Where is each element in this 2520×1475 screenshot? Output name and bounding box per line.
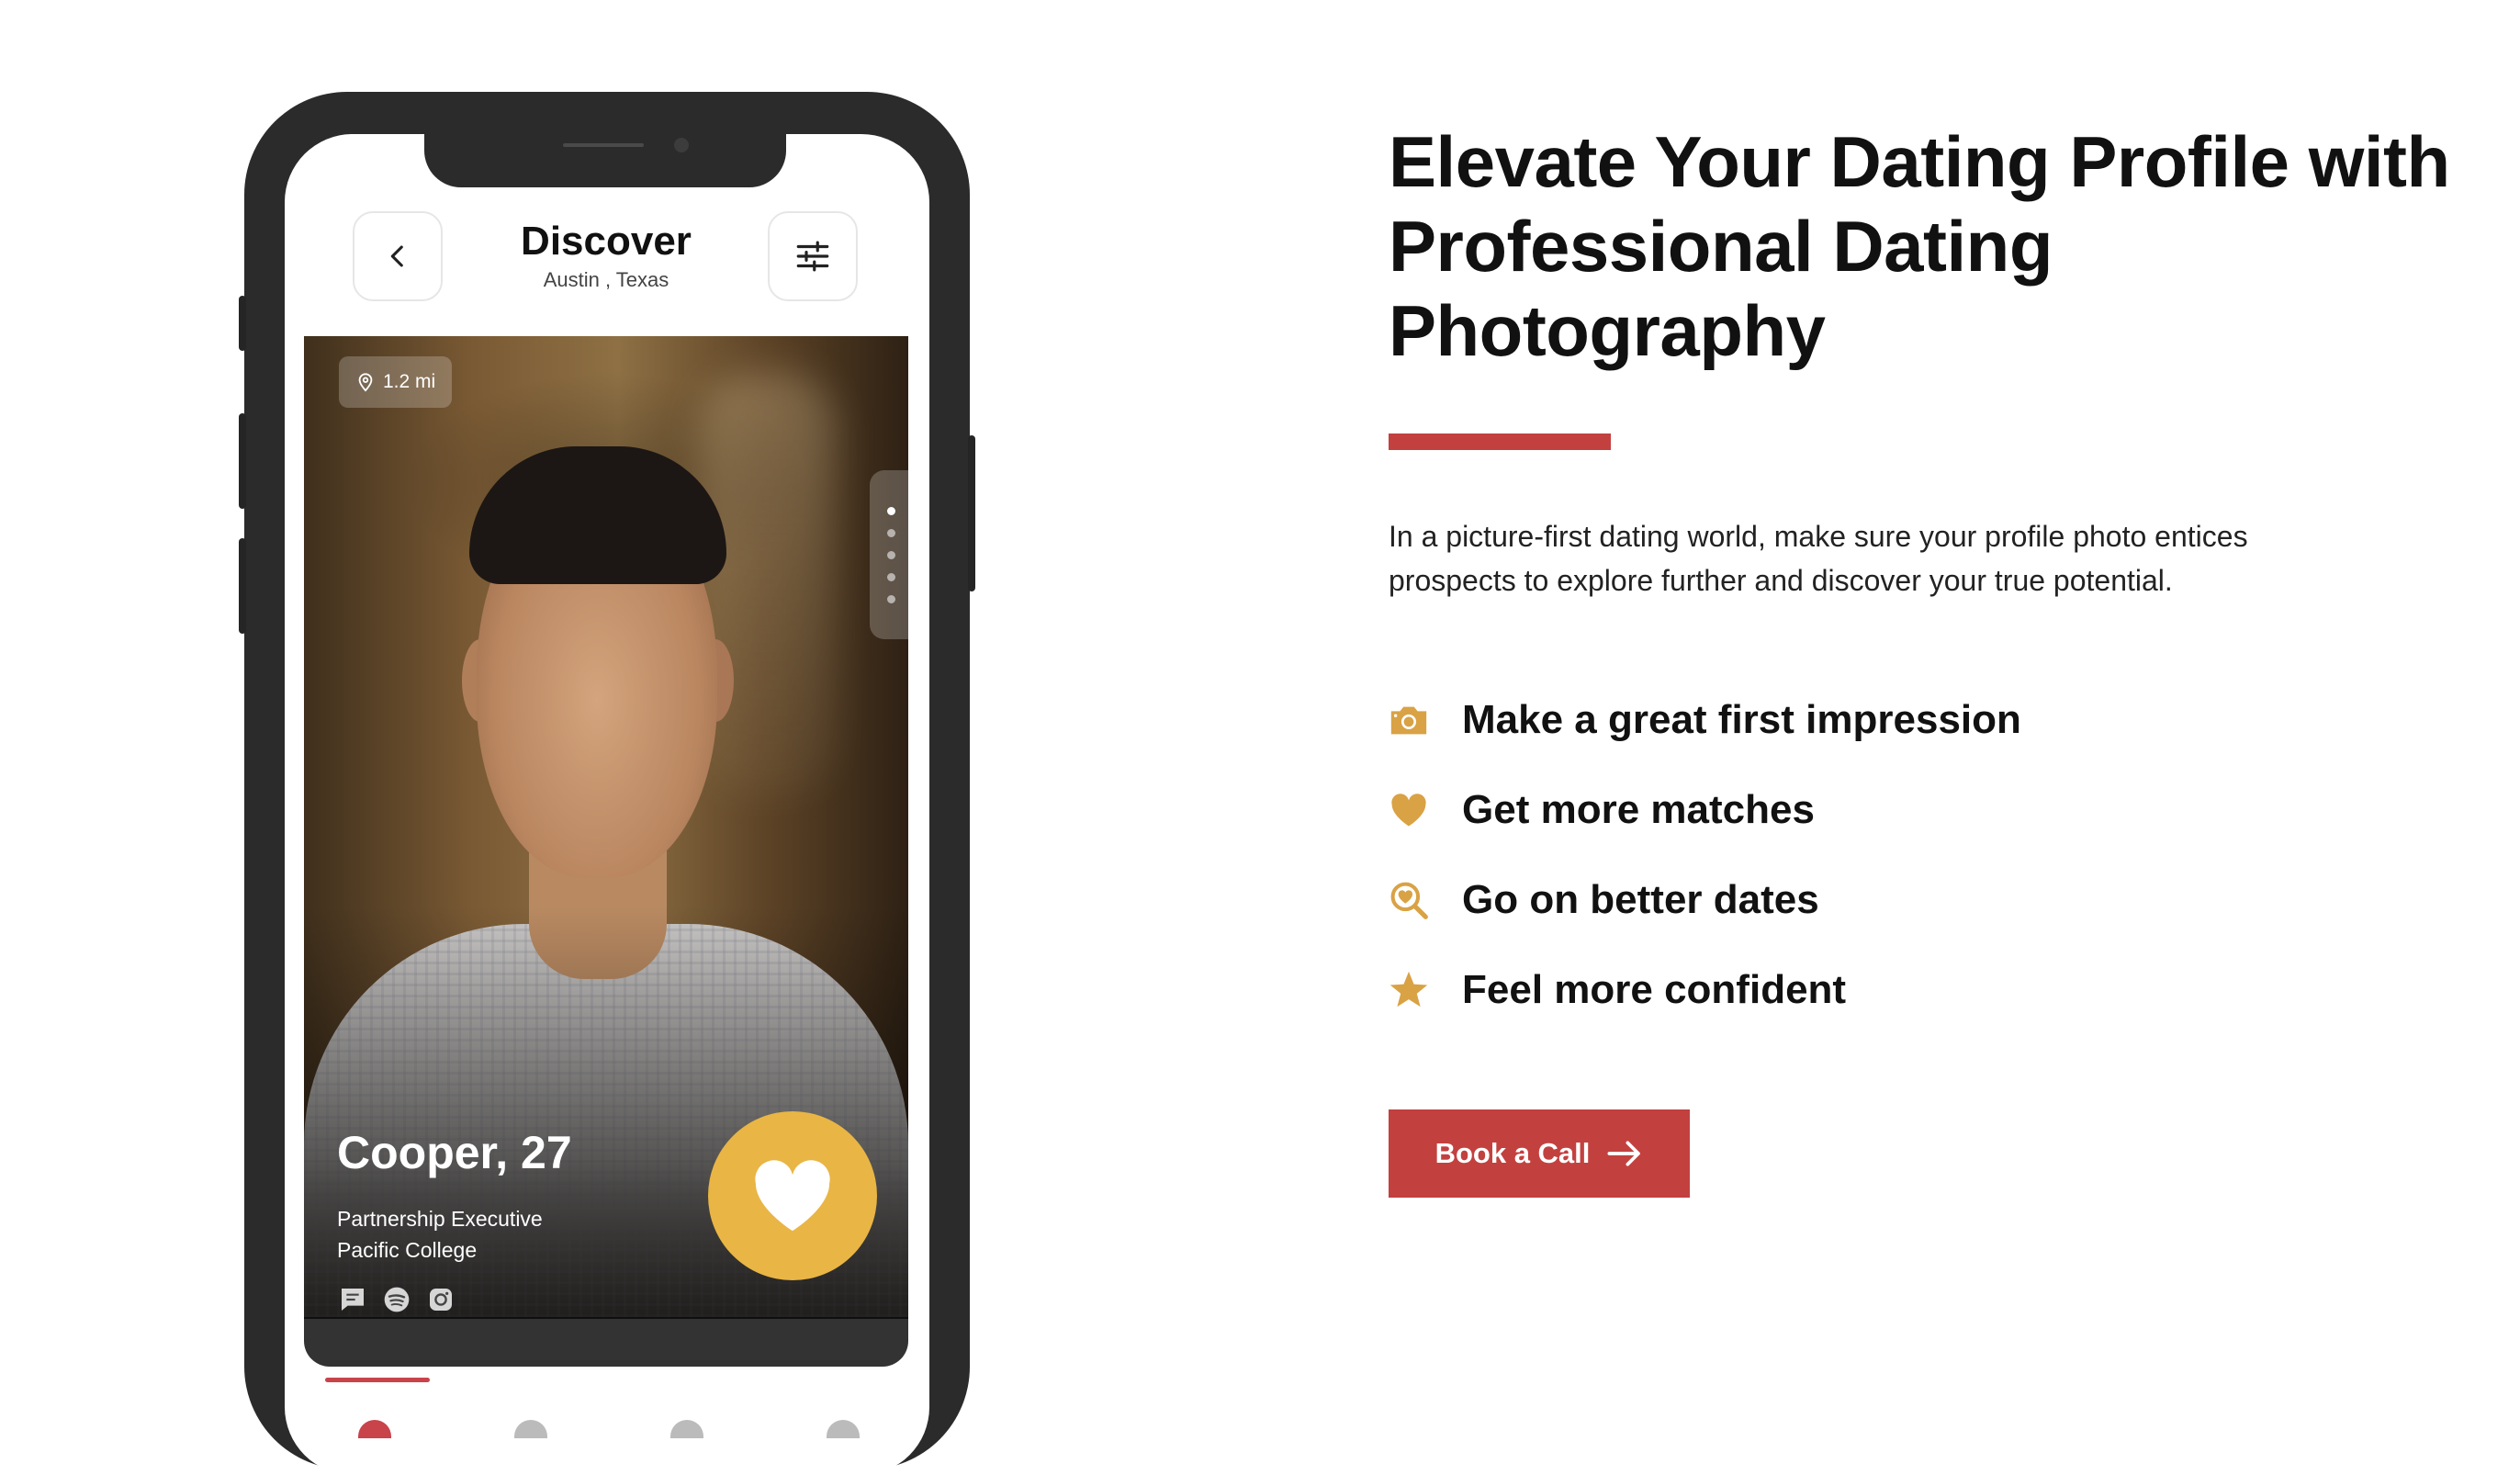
phone-mockup: Discover Austin , Texas 1.2 mi Cooper, 2…: [239, 92, 975, 1475]
benefit-item: Get more matches: [1387, 781, 1815, 839]
location-pin-icon: [358, 373, 373, 392]
phone-volume-up: [239, 413, 246, 509]
phone-side-button: [239, 296, 246, 351]
front-camera: [674, 138, 689, 152]
phone-power-button: [968, 435, 975, 591]
search-heart-icon: [1387, 878, 1431, 922]
benefit-item: Go on better dates: [1387, 871, 1819, 929]
sliders-icon: [796, 241, 829, 272]
book-call-label: Book a Call: [1434, 1137, 1591, 1169]
spotify-icon[interactable]: [381, 1284, 412, 1315]
pager-dot[interactable]: [887, 507, 895, 515]
benefit-item: Feel more confident: [1387, 961, 1846, 1019]
accent-divider: [1389, 433, 1611, 450]
chevron-left-icon: [390, 245, 403, 267]
arrow-right-icon: [1607, 1141, 1641, 1166]
message-icon-glyph: [342, 1289, 364, 1311]
page-title: Discover: [521, 219, 692, 264]
heart-icon: [1387, 788, 1431, 832]
instagram-icon-glyph: [430, 1289, 452, 1311]
filter-button[interactable]: [768, 211, 858, 301]
message-icon[interactable]: [337, 1284, 368, 1315]
star-icon: [1387, 968, 1431, 1012]
active-tab-indicator: [325, 1378, 430, 1382]
benefit-text: Go on better dates: [1462, 877, 1819, 922]
profile-name: Cooper, 27: [337, 1127, 572, 1178]
back-button[interactable]: [353, 211, 443, 301]
photo-hair: [469, 446, 726, 584]
nav-tab-explore[interactable]: [670, 1420, 703, 1438]
pager-dot[interactable]: [887, 595, 895, 603]
book-call-button[interactable]: Book a Call: [1389, 1109, 1690, 1198]
benefit-text: Get more matches: [1462, 787, 1815, 832]
instagram-icon[interactable]: [425, 1284, 456, 1315]
location-label: Austin , Texas: [543, 268, 669, 291]
phone-screen: Discover Austin , Texas 1.2 mi Cooper, 2…: [285, 134, 929, 1475]
intro-paragraph: In a picture-first dating world, make su…: [1389, 520, 2248, 597]
benefit-text: Make a great first impression: [1462, 697, 2021, 742]
profile-job: Partnership Executive: [337, 1207, 543, 1231]
heart-icon: [755, 1160, 830, 1232]
profile-card[interactable]: 1.2 mi Cooper, 27 Partnership Executive …: [304, 336, 908, 1367]
benefit-text: Feel more confident: [1462, 967, 1847, 1012]
speaker-grille: [563, 143, 644, 147]
distance-label: 1.2 mi: [383, 371, 436, 392]
nav-tab-discover[interactable]: [358, 1420, 391, 1438]
pager-dot[interactable]: [887, 573, 895, 581]
nav-tab-matches[interactable]: [514, 1420, 547, 1438]
pager-dot[interactable]: [887, 529, 895, 537]
photo-background-light: [699, 373, 837, 795]
spotify-icon-glyph: [384, 1287, 410, 1312]
camera-icon: [1387, 698, 1431, 742]
headline: Elevate Your Dating Profile with Profess…: [1389, 121, 2450, 371]
photo-pager[interactable]: [870, 470, 908, 639]
nav-tab-profile[interactable]: [827, 1420, 860, 1438]
benefit-item: Make a great first impression: [1387, 691, 2021, 749]
distance-badge: 1.2 mi: [339, 356, 453, 408]
profile-school: Pacific College: [337, 1238, 478, 1262]
like-button[interactable]: [708, 1111, 877, 1280]
phone-notch: [424, 134, 786, 187]
phone-volume-down: [239, 538, 246, 634]
pager-dot[interactable]: [887, 551, 895, 559]
